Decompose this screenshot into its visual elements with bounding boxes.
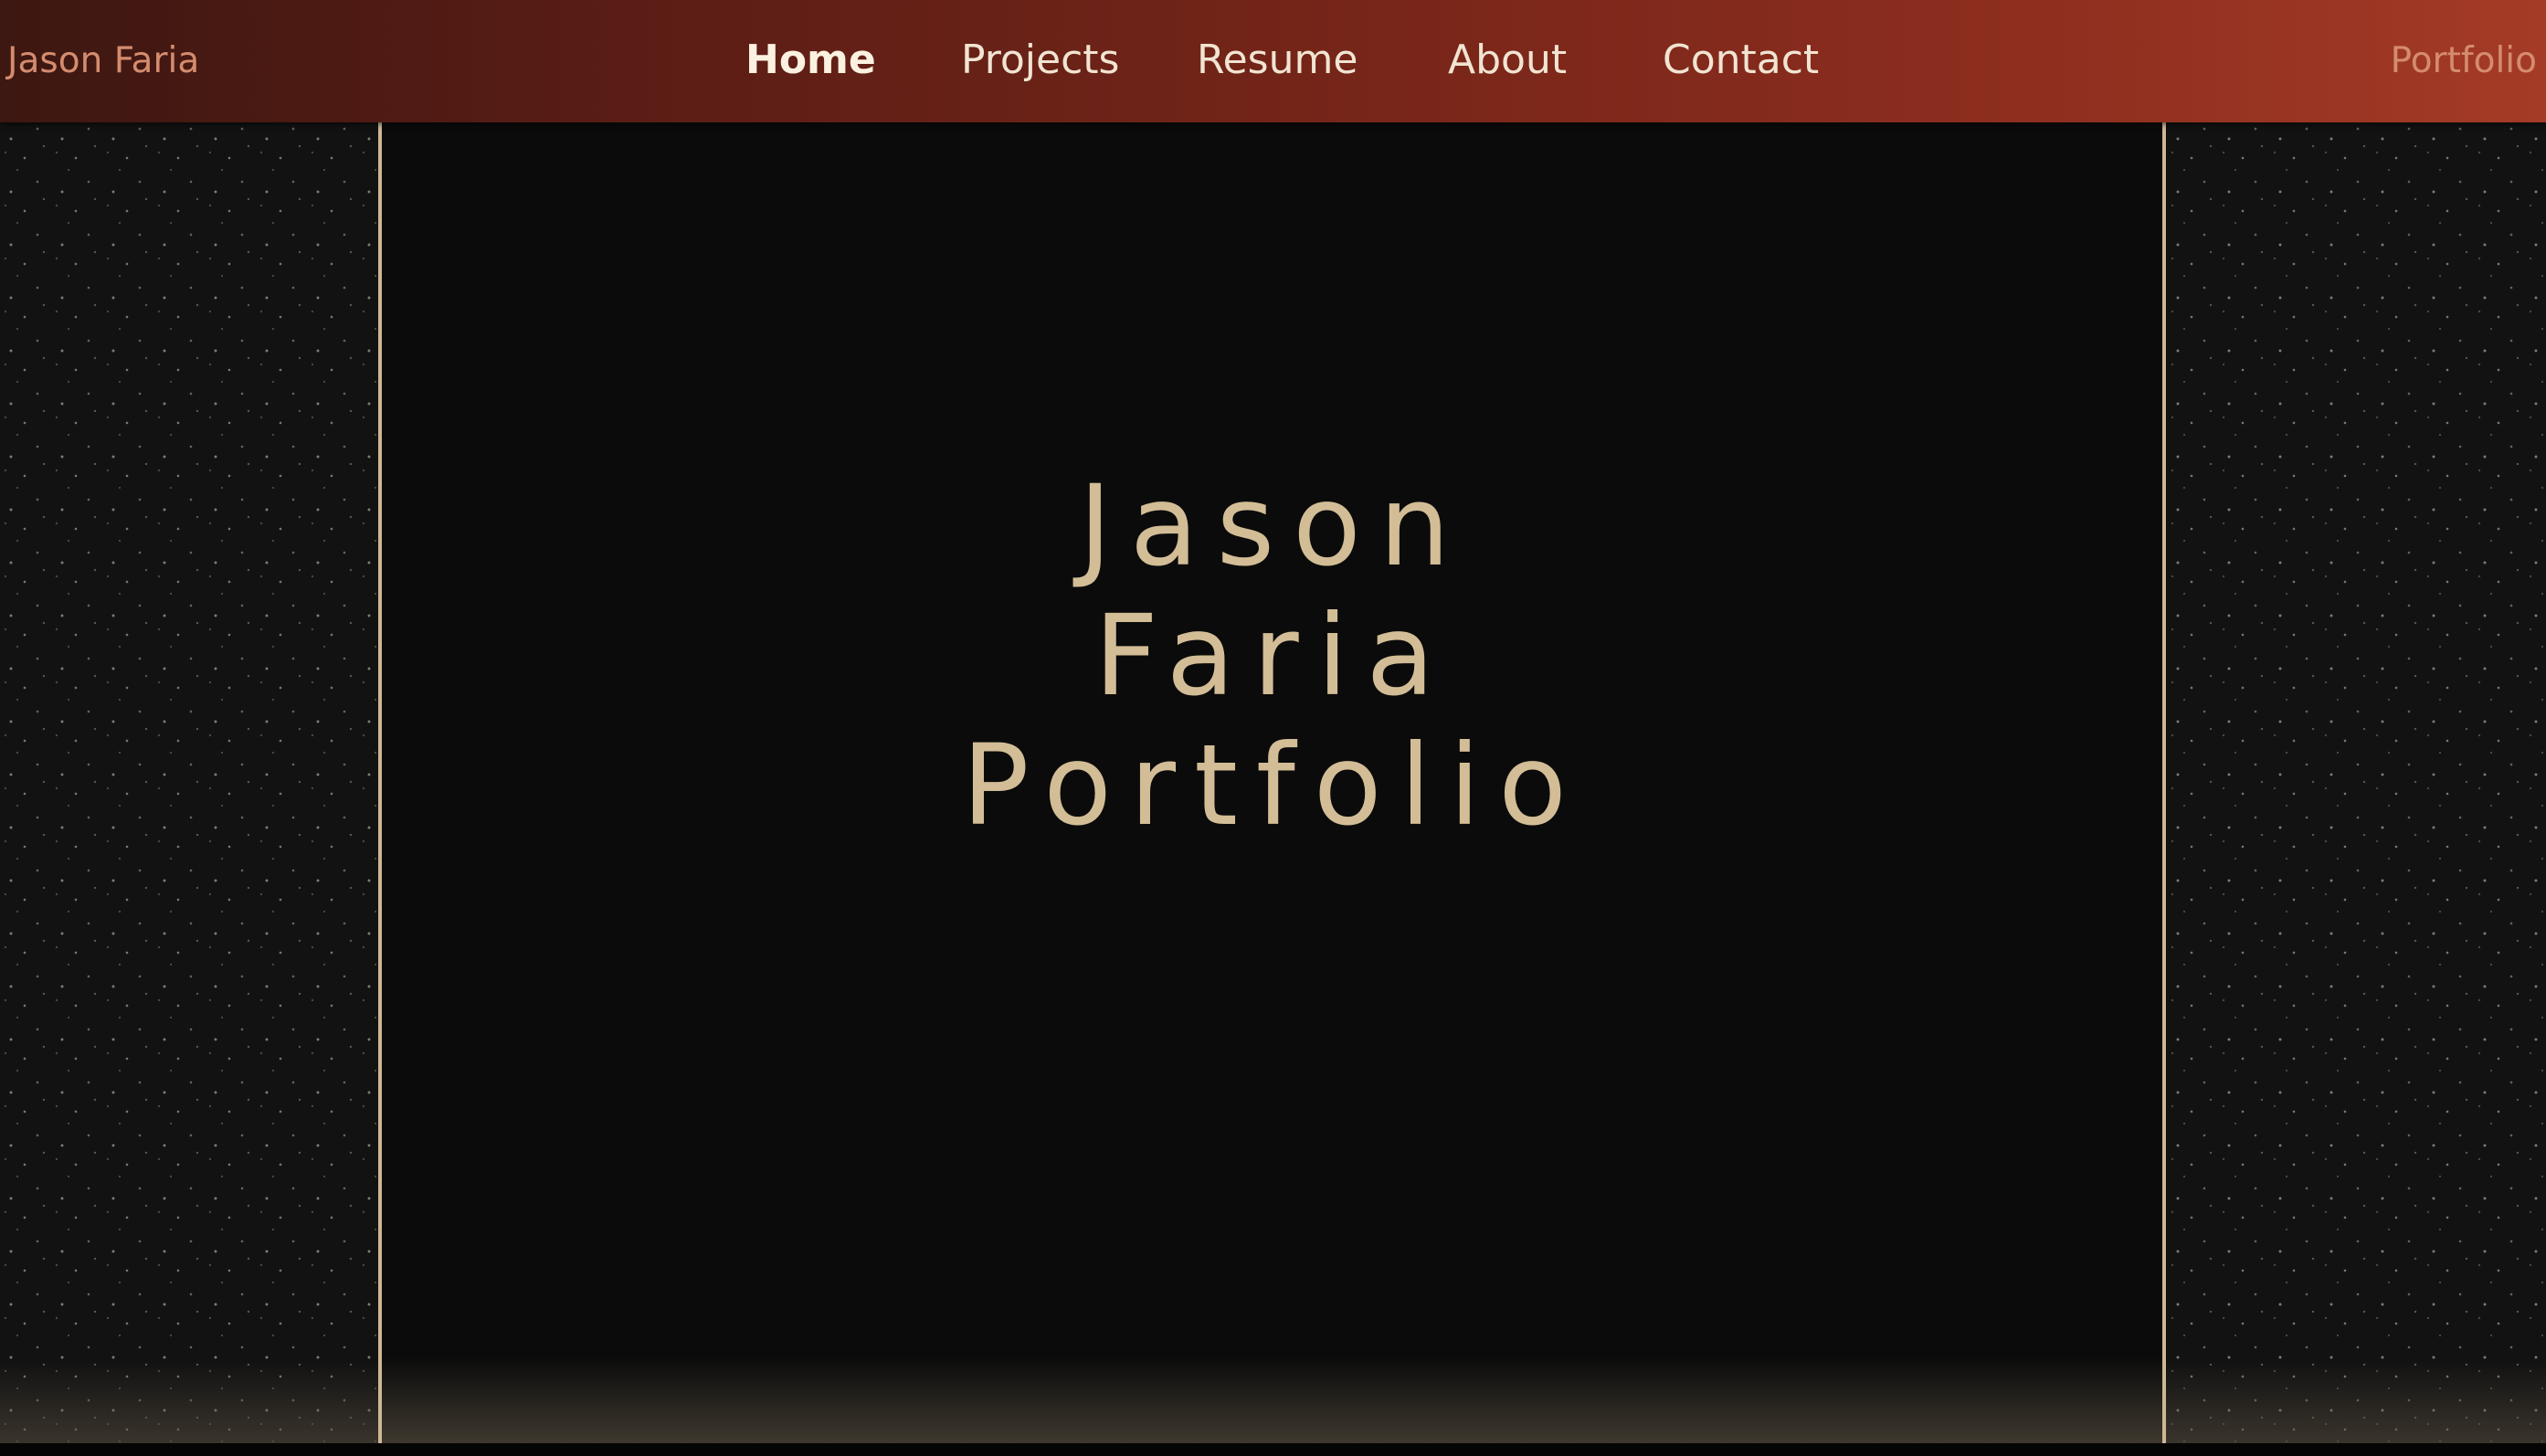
brand-name-link[interactable]: Jason Faria [7,37,199,86]
nav-home-link[interactable]: Home [745,33,876,88]
page: Jason Faria Home Projects Resume About C… [0,0,2546,1456]
nav-contact-link[interactable]: Contact [1663,33,1819,88]
hero-title-line-first-name: Jason [1078,461,1469,591]
top-navbar: Jason Faria Home Projects Resume About C… [0,0,2546,122]
nav-resume-link[interactable]: Resume [1197,33,1358,88]
hero-title: Jason Faria Portfolio [835,461,1712,850]
starfield-right-panel [2167,122,2546,1443]
portfolio-label-link[interactable]: Portfolio [2391,37,2537,86]
bottom-edge-strip [0,1443,2546,1456]
nav-projects-link[interactable]: Projects [961,33,1119,88]
starfield-left-panel [0,122,378,1443]
left-divider-line [378,122,382,1443]
hero-title-line-portfolio: Portfolio [962,721,1585,850]
nav-about-link[interactable]: About [1448,33,1567,88]
hero-title-line-last-name: Faria [1093,591,1453,721]
right-divider-line [2162,122,2166,1443]
